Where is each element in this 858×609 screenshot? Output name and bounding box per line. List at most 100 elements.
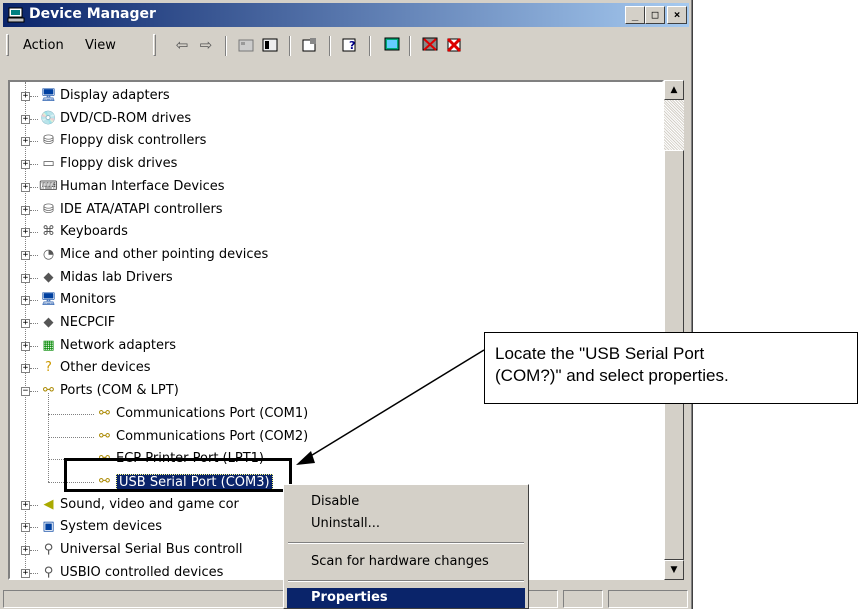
expand-icon[interactable]: +: [21, 114, 30, 124]
tree-connector: [30, 300, 38, 302]
svg-text:?: ?: [349, 39, 355, 52]
menu-item-properties-label: Properties: [311, 590, 388, 605]
tree-connector: [30, 118, 38, 120]
tree-item[interactable]: + ⛁ IDE ATA/ATAPI controllers: [10, 199, 650, 221]
refresh-icon[interactable]: [259, 35, 281, 55]
tree-item[interactable]: + 🖥 Display adapters: [10, 85, 650, 107]
tree-item[interactable]: + ⛁ Floppy disk controllers: [10, 130, 650, 152]
menu-separator: [288, 542, 524, 544]
tree-item[interactable]: + ⌨ Human Interface Devices: [10, 176, 650, 198]
vertical-scrollbar[interactable]: ▲ ▼: [664, 80, 684, 580]
tree-item[interactable]: + ◔ Mice and other pointing devices: [10, 244, 650, 266]
menu-item-uninstall[interactable]: Uninstall...: [311, 516, 380, 531]
help-icon[interactable]: ?: [339, 35, 361, 55]
context-menu: Disable Uninstall... Scan for hardware c…: [283, 484, 529, 609]
expand-icon[interactable]: +: [21, 500, 30, 510]
tree-item[interactable]: + ◆ Midas lab Drivers: [10, 267, 650, 289]
network-icon: ▦: [42, 337, 55, 353]
tree-item-label: Display adapters: [60, 88, 170, 103]
menu-grip[interactable]: [6, 34, 9, 56]
minimize-button[interactable]: _: [625, 6, 645, 24]
back-icon[interactable]: ⇦: [171, 35, 193, 55]
maximize-button[interactable]: □: [645, 6, 665, 24]
expand-icon[interactable]: +: [21, 568, 30, 578]
expand-icon[interactable]: +: [21, 523, 30, 533]
expand-icon[interactable]: +: [21, 546, 30, 555]
scroll-down-arrow-icon[interactable]: ▼: [664, 560, 684, 580]
tree-item-label: Monitors: [60, 292, 117, 308]
disable-icon[interactable]: [443, 35, 465, 55]
floppy-icon: ▭: [42, 156, 55, 172]
device-manager-icon: [7, 7, 25, 23]
title-bar[interactable]: Device Manager _ □ ×: [3, 3, 689, 27]
expand-icon[interactable]: +: [21, 250, 30, 260]
usb-serial-port-highlight: [64, 458, 292, 492]
scroll-track[interactable]: [664, 100, 684, 150]
tree-connector: [30, 504, 38, 506]
question-icon: ?: [45, 360, 52, 376]
expand-icon[interactable]: +: [21, 319, 30, 328]
tree-connector: [30, 345, 38, 347]
expand-icon[interactable]: +: [21, 182, 30, 192]
tree-item-label: Keyboards: [60, 224, 128, 240]
tree-item[interactable]: + ◆ NECPCIF: [10, 312, 650, 334]
toolbar-separator: [225, 36, 227, 56]
diamond-icon: ◆: [43, 269, 54, 285]
menu-view[interactable]: View: [85, 38, 116, 53]
tree-item-label: Midas lab Drivers: [60, 269, 173, 285]
expand-icon[interactable]: +: [21, 205, 30, 215]
expand-icon[interactable]: +: [21, 160, 30, 170]
expand-icon[interactable]: +: [21, 296, 30, 306]
tree-subitem[interactable]: ⚯ Communications Port (COM2): [10, 426, 650, 448]
tree-connector: [30, 164, 38, 166]
tree-item-label: Floppy disk controllers: [60, 133, 207, 149]
tree-item-label: USBIO controlled devices: [60, 564, 224, 580]
expand-icon[interactable]: +: [21, 137, 30, 147]
tree-item[interactable]: + 💿 DVD/CD-ROM drives: [10, 108, 650, 130]
tree-item-label: Ports (COM & LPT): [60, 383, 179, 399]
callout-line-2: (COM?)" and select properties.: [495, 366, 729, 385]
tree-item-label: DVD/CD-ROM drives: [60, 110, 192, 126]
menu-action[interactable]: Action: [23, 38, 64, 53]
uninstall-icon[interactable]: [419, 35, 441, 55]
toolbar-grip[interactable]: [153, 34, 156, 56]
menu-item-disable[interactable]: Disable: [311, 494, 359, 509]
tree-item[interactable]: + ▭ Floppy disk drives: [10, 153, 650, 175]
controller-icon: ⛁: [43, 201, 54, 217]
tree-item-label: Communications Port (COM1): [116, 405, 309, 421]
usb-icon: ⚲: [43, 564, 54, 580]
tree-connector: [30, 323, 38, 324]
print-icon[interactable]: [299, 35, 321, 55]
tree-connector: [30, 186, 38, 188]
expand-icon[interactable]: +: [21, 341, 30, 351]
tree-connector: [30, 232, 38, 234]
scroll-up-arrow-icon[interactable]: ▲: [664, 80, 684, 100]
close-button[interactable]: ×: [667, 6, 687, 24]
tree-connector: [30, 277, 38, 279]
expand-icon[interactable]: +: [21, 92, 30, 101]
expand-icon[interactable]: +: [21, 228, 30, 238]
menu-item-scan[interactable]: Scan for hardware changes: [311, 554, 489, 569]
port-icon: ⚯: [99, 428, 110, 444]
tree-subitem[interactable]: ⚯ Communications Port (COM1): [10, 403, 650, 425]
menu-item-properties[interactable]: Properties: [287, 588, 525, 608]
controller-icon: ⛁: [43, 133, 54, 149]
scan-icon[interactable]: [381, 35, 403, 55]
expand-icon[interactable]: +: [21, 364, 30, 374]
hid-icon: ⌨: [39, 178, 58, 194]
tree-item[interactable]: + ⌘ Keyboards: [10, 221, 650, 243]
toolbar-separator: [329, 36, 331, 56]
expand-icon[interactable]: +: [21, 273, 30, 283]
mouse-icon: ◔: [42, 246, 55, 262]
properties-icon[interactable]: [235, 35, 257, 55]
tree-connector: [30, 572, 38, 574]
tree-item-label: Floppy disk drives: [60, 156, 178, 172]
forward-icon[interactable]: ⇨: [195, 35, 217, 55]
tree-item-label: System devices: [60, 519, 163, 535]
tree-item[interactable]: + 🖥 Monitors: [10, 289, 650, 311]
collapse-icon[interactable]: −: [21, 387, 30, 397]
tree-connector: [30, 368, 38, 370]
tree-connector: [30, 391, 38, 393]
instruction-callout: Locate the "USB Serial Port (COM?)" and …: [484, 332, 858, 404]
toolbar-separator: [369, 36, 371, 56]
